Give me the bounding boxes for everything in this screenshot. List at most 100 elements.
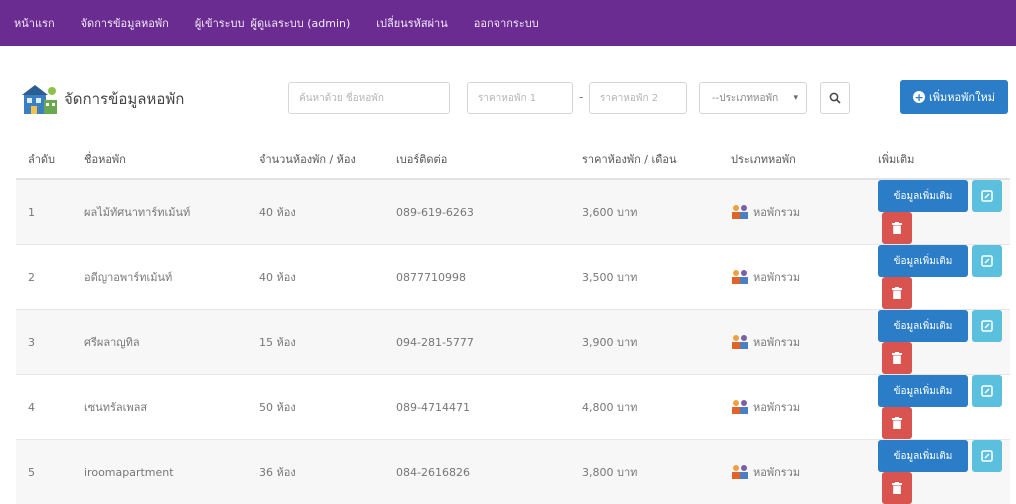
edit-icon xyxy=(981,255,993,267)
cell-no: 4 xyxy=(16,375,72,440)
type-label: หอพักรวม xyxy=(753,463,800,481)
detail-button[interactable]: ข้อมูลเพิ่มเติม xyxy=(878,440,968,472)
chevron-down-icon: ▾ xyxy=(793,93,798,103)
nav-manage-dorm[interactable]: จัดการข้อมูลหอพัก xyxy=(81,14,169,32)
col-no: ลำดับ xyxy=(16,140,72,179)
price-range-dash: - xyxy=(579,90,583,104)
search-icon xyxy=(829,92,841,104)
dorm-type-select[interactable]: --ประเภทหอพัก ▾ xyxy=(699,82,807,114)
table-header-row: ลำดับ ชื่อหอพัก จำนวนห้องพัก / ห้อง เบอร… xyxy=(16,140,1010,179)
cell-type: หอพักรวม xyxy=(719,375,866,440)
people-icon xyxy=(731,399,749,415)
delete-button[interactable] xyxy=(882,212,912,244)
edit-icon xyxy=(981,320,993,332)
trash-icon xyxy=(892,482,902,494)
type-wrap: หอพักรวม xyxy=(731,333,866,351)
top-navbar: หน้าแรก จัดการข้อมูลหอพัก ผู้เข้าระบบ ผู… xyxy=(0,0,1016,46)
edit-button[interactable] xyxy=(972,440,1002,472)
search-button[interactable] xyxy=(820,82,850,114)
detail-button[interactable]: ข้อมูลเพิ่มเติม xyxy=(878,180,968,212)
cell-phone: 089-4714471 xyxy=(384,375,570,440)
type-wrap: หอพักรวม xyxy=(731,398,866,416)
edit-button[interactable] xyxy=(972,375,1002,407)
cell-rooms: 36 ห้อง xyxy=(247,440,384,504)
col-rooms: จำนวนห้องพัก / ห้อง xyxy=(247,140,384,179)
people-icon xyxy=(731,464,749,480)
trash-icon xyxy=(892,222,902,234)
apartment-building-icon xyxy=(22,82,58,116)
edit-button[interactable] xyxy=(972,310,1002,342)
cell-actions: ข้อมูลเพิ่มเติม xyxy=(866,179,1010,245)
cell-rooms: 15 ห้อง xyxy=(247,310,384,375)
cell-name: iroomapartment xyxy=(72,440,247,504)
col-phone: เบอร์ติดต่อ xyxy=(384,140,570,179)
cell-type: หอพักรวม xyxy=(719,440,866,504)
nav-home[interactable]: หน้าแรก xyxy=(14,14,55,32)
table-row: 4เซนทรัลเพลส50 ห้อง089-47144714,800 บาท ห… xyxy=(16,375,1010,440)
cell-price: 3,500 บาท xyxy=(570,245,719,310)
trash-icon xyxy=(892,287,902,299)
delete-button[interactable] xyxy=(882,277,912,309)
search-name-input[interactable] xyxy=(288,82,450,114)
cell-no: 3 xyxy=(16,310,72,375)
edit-button[interactable] xyxy=(972,180,1002,212)
edit-icon xyxy=(981,450,993,462)
dorm-type-selected: --ประเภทหอพัก xyxy=(712,91,778,106)
cell-rooms: 50 ห้อง xyxy=(247,375,384,440)
nav-change-password[interactable]: เปลี่ยนรหัสผ่าน xyxy=(376,14,447,32)
price-min-input[interactable] xyxy=(467,82,573,114)
cell-rooms: 40 ห้อง xyxy=(247,179,384,245)
delete-button[interactable] xyxy=(882,342,912,374)
cell-no: 1 xyxy=(16,179,72,245)
type-label: หอพักรวม xyxy=(753,268,800,286)
cell-price: 4,800 บาท xyxy=(570,375,719,440)
add-dorm-label: เพิ่มหอพักใหม่ xyxy=(929,88,995,106)
type-label: หอพักรวม xyxy=(753,203,800,221)
delete-button[interactable] xyxy=(882,407,912,439)
cell-actions: ข้อมูลเพิ่มเติม xyxy=(866,310,1010,375)
cell-actions: ข้อมูลเพิ่มเติม xyxy=(866,375,1010,440)
table-row: 3ศรีผลาญทิล15 ห้อง094-281-57773,900 บาท ห… xyxy=(16,310,1010,375)
cell-no: 5 xyxy=(16,440,72,504)
delete-button[interactable] xyxy=(882,472,912,504)
col-name: ชื่อหอพัก xyxy=(72,140,247,179)
detail-button[interactable]: ข้อมูลเพิ่มเติม xyxy=(878,310,968,342)
detail-button[interactable]: ข้อมูลเพิ่มเติม xyxy=(878,375,968,407)
cell-rooms: 40 ห้อง xyxy=(247,245,384,310)
nav-user-label: ผู้เข้าระบบ xyxy=(195,14,245,32)
type-wrap: หอพักรวม xyxy=(731,463,866,481)
cell-phone: 089-619-6263 xyxy=(384,179,570,245)
people-icon xyxy=(731,269,749,285)
col-type: ประเภทหอพัก xyxy=(719,140,866,179)
cell-price: 3,600 บาท xyxy=(570,179,719,245)
edit-icon xyxy=(981,190,993,202)
cell-phone: 094-281-5777 xyxy=(384,310,570,375)
nav-user-name[interactable]: ผู้ดูแลระบบ (admin) xyxy=(251,14,351,32)
edit-icon xyxy=(981,385,993,397)
add-dorm-button[interactable]: + เพิ่มหอพักใหม่ xyxy=(900,80,1008,114)
people-icon xyxy=(731,334,749,350)
type-wrap: หอพักรวม xyxy=(731,268,866,286)
cell-type: หอพักรวม xyxy=(719,179,866,245)
cell-name: ผลไม้ทัศนาทาร์ทเม้นท์ xyxy=(72,179,247,245)
detail-button[interactable]: ข้อมูลเพิ่มเติม xyxy=(878,245,968,277)
cell-price: 3,900 บาท xyxy=(570,310,719,375)
type-label: หอพักรวม xyxy=(753,398,800,416)
table-row: 5iroomapartment36 ห้อง084-26168263,800 บ… xyxy=(16,440,1010,504)
type-label: หอพักรวม xyxy=(753,333,800,351)
cell-name: อดีญาอพาร์ทเม้นท์ xyxy=(72,245,247,310)
price-max-input[interactable] xyxy=(589,82,687,114)
table-row: 1ผลไม้ทัศนาทาร์ทเม้นท์40 ห้อง089-619-626… xyxy=(16,179,1010,245)
page-title: จัดการข้อมูลหอพัก xyxy=(64,87,184,111)
page-header: จัดการข้อมูลหอพัก xyxy=(22,82,184,116)
cell-actions: ข้อมูลเพิ่มเติม xyxy=(866,245,1010,310)
cell-type: หอพักรวม xyxy=(719,245,866,310)
people-icon xyxy=(731,204,749,220)
cell-phone: 0877710998 xyxy=(384,245,570,310)
cell-no: 2 xyxy=(16,245,72,310)
cell-actions: ข้อมูลเพิ่มเติม xyxy=(866,440,1010,504)
edit-button[interactable] xyxy=(972,245,1002,277)
nav-logout[interactable]: ออกจากระบบ xyxy=(474,14,539,32)
cell-name: ศรีผลาญทิล xyxy=(72,310,247,375)
cell-name: เซนทรัลเพลส xyxy=(72,375,247,440)
